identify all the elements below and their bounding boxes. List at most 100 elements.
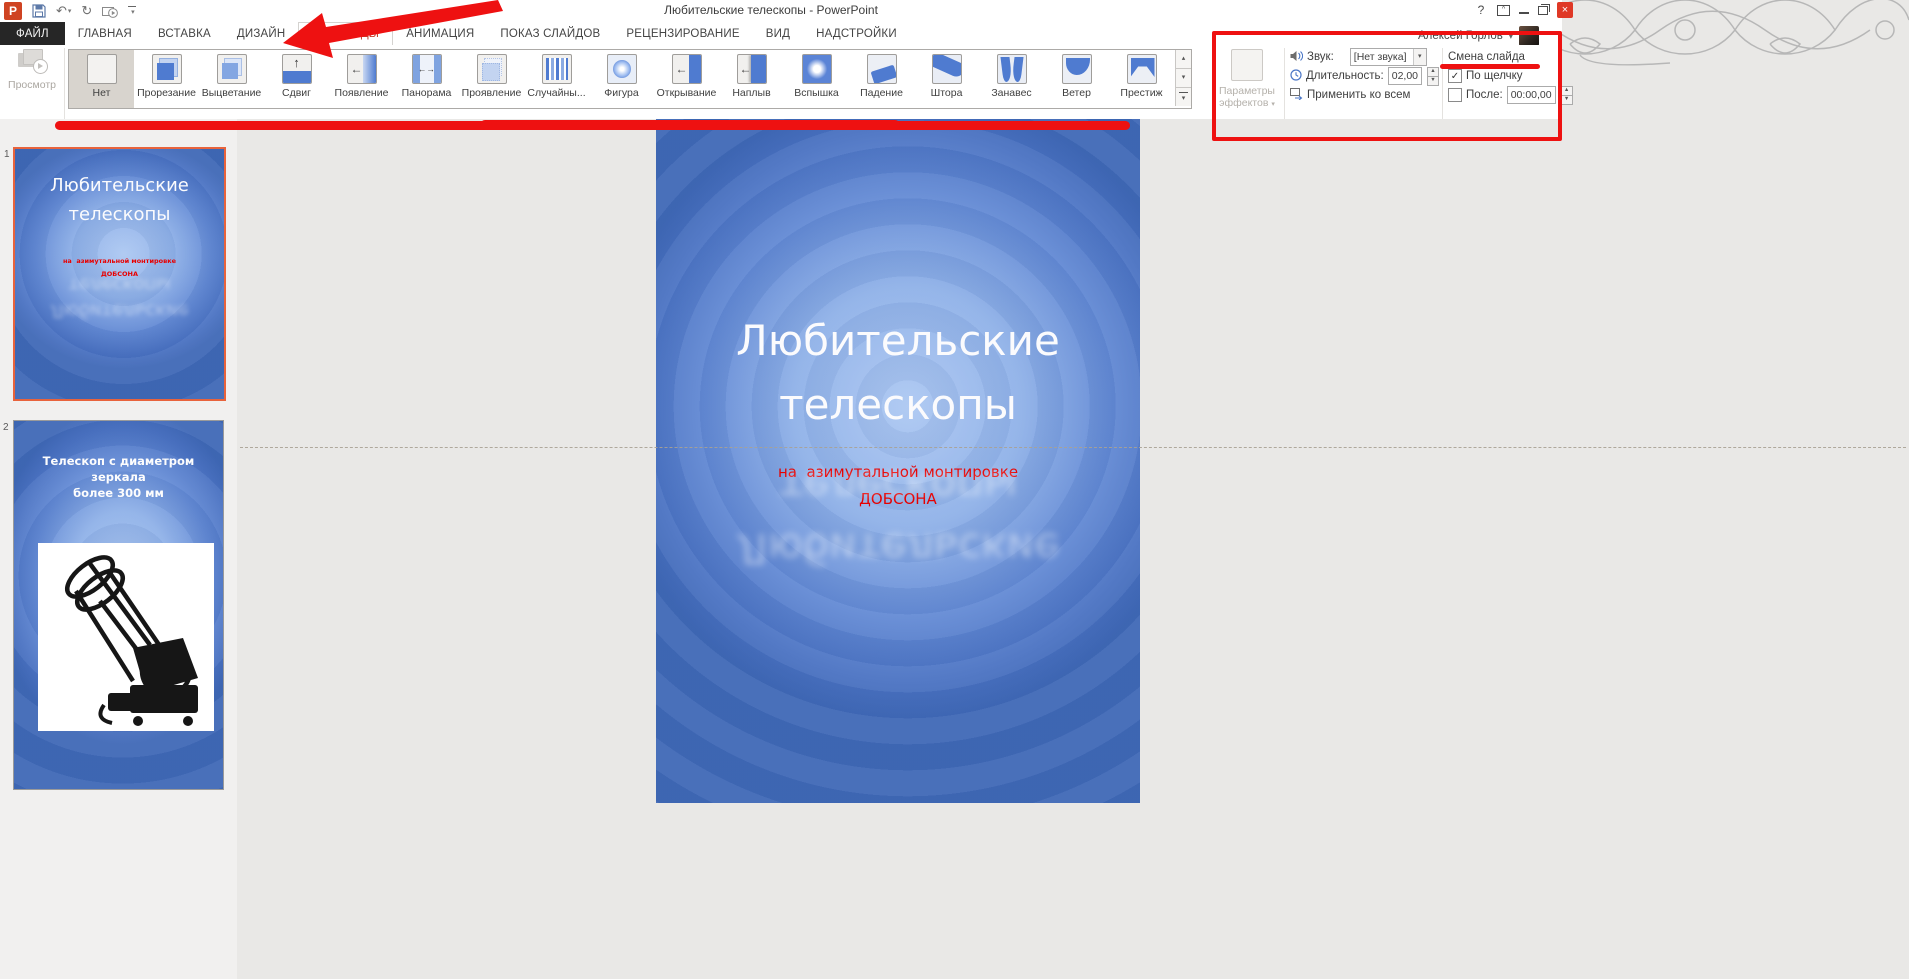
curtains-transition-icon [997,54,1027,84]
preview-icon [18,49,46,73]
after-value: 00:00,00 [1508,89,1555,101]
tab-переходы[interactable]: ПЕРЕХОДЫ [298,22,393,45]
telescope-image [38,543,214,731]
duration-spinner-buttons: ▲▼ [1427,67,1439,85]
window-chrome: P ↶▾ ↻ ▾ Любительские телескопы - PowerP… [0,0,1562,120]
transition-wind[interactable]: Ветер [1044,50,1109,108]
transition-shape[interactable]: Фигура [589,50,654,108]
slide-number-1: 1 [4,149,10,160]
slide-thumbnail-1[interactable]: Любительские телескопы на азимутальной м… [13,147,226,401]
powerpoint-logo-icon: P [4,2,22,20]
transition-wipe[interactable]: Появление [329,50,394,108]
on-click-checkbox[interactable]: ✓ [1448,69,1462,83]
after-label: После: [1466,89,1503,101]
apply-to-all-icon [1290,88,1303,103]
transition-cover[interactable]: Наплыв [719,50,784,108]
powerpoint-screen: P ↶▾ ↻ ▾ Любительские телескопы - PowerP… [0,0,1909,979]
transition-label: Штора [914,87,979,99]
gallery-scroll-up-button[interactable]: ▴ [1175,50,1191,69]
tab-strip: ФАЙЛГЛАВНАЯВСТАВКАДИЗАЙНПЕРЕХОДЫАНИМАЦИЯ… [0,22,1562,45]
flash-transition-icon [802,54,832,84]
account-name: Алексей Горлов [1418,30,1503,42]
sound-value: [Нет звука] [1351,51,1413,63]
transition-label: Занавес [979,87,1044,99]
transition-label: Падение [849,87,914,99]
none-transition-icon [87,54,117,84]
uncover-transition-icon [672,54,702,84]
combo-dropdown-icon[interactable]: ▾ [1413,49,1426,65]
push-transition-icon [282,54,312,84]
tab-рецензирование[interactable]: РЕЦЕНЗИРОВАНИЕ [613,22,752,45]
ribbon: Просмотр Просмотр НетПрорезаниеВыцветани… [0,45,1562,119]
transition-cut[interactable]: Прорезание [134,50,199,108]
spin-down-button[interactable]: ▼ [1427,76,1439,86]
redo-button[interactable]: ↻ [81,2,92,20]
duration-label: Длительность: [1306,70,1384,82]
after-checkbox[interactable] [1448,88,1462,102]
start-from-beginning-button[interactable] [102,2,118,20]
sound-label: Звук: [1307,51,1334,63]
effect-options-button[interactable]: Параметры эффектов ▾ [1212,49,1282,111]
horizontal-guide [240,447,1906,448]
tab-показ-слайдов[interactable]: ПОКАЗ СЛАЙДОВ [487,22,613,45]
thumb1-reflection: Любительские телескопы [15,271,224,323]
duration-icon [1290,69,1302,84]
tab-файл[interactable]: ФАЙЛ [0,22,65,45]
window-controls: ? ^ × [1474,2,1573,18]
transition-label: Панорама [394,87,459,99]
duration-spinbox[interactable]: 02,00 [1388,67,1422,85]
after-spinbox[interactable]: 00:00,00 [1507,86,1556,104]
transition-reveal[interactable]: Проявление [459,50,524,108]
restore-button[interactable] [1538,6,1548,15]
minimize-button[interactable] [1519,7,1529,14]
tab-главная[interactable]: ГЛАВНАЯ [65,22,145,45]
transition-fall[interactable]: Падение [849,50,914,108]
slide-thumbnail-2[interactable]: Телескоп с диаметром зеркала более 300 м… [13,420,224,790]
fall-transition-icon [867,54,897,84]
help-button[interactable]: ? [1474,3,1488,17]
after-spinner-buttons: ▲▼ [1561,86,1573,104]
transition-uncover[interactable]: Открывание [654,50,719,108]
reveal-transition-icon [477,54,507,84]
transition-push[interactable]: Сдвиг [264,50,329,108]
transition-flash[interactable]: Вспышка [784,50,849,108]
transition-fade[interactable]: Выцветание [199,50,264,108]
tab-вид[interactable]: ВИД [753,22,803,45]
gallery-expand-button[interactable]: ▾ [1175,88,1191,106]
account-menu[interactable]: Алексей Горлов ▾ [1418,26,1539,46]
apply-to-all-button[interactable]: Применить ко всем [1307,89,1410,101]
customize-qat-button[interactable]: ▾ [128,2,136,20]
transition-split[interactable]: Панорама [394,50,459,108]
transition-none[interactable]: Нет [69,50,134,108]
transition-drape[interactable]: Штора [914,50,979,108]
tab-анимация[interactable]: АНИМАЦИЯ [393,22,487,45]
quick-access-toolbar: P ↶▾ ↻ ▾ [4,2,136,20]
effect-options-label-1: Параметры [1219,85,1275,97]
avatar [1519,26,1539,46]
close-button[interactable]: × [1557,2,1573,18]
effect-options-label-2: эффектов [1219,97,1268,109]
chevron-down-icon: ▾ [1509,32,1513,41]
window-title: Любительские телескопы - PowerPoint [400,3,1142,17]
slide-canvas[interactable]: Любительские телескопы на азимутальной м… [656,119,1140,803]
spin-down-button[interactable]: ▼ [1561,95,1573,105]
transition-prestige[interactable]: Престиж [1109,50,1174,108]
ribbon-display-options-button[interactable]: ^ [1497,5,1510,16]
undo-button[interactable]: ↶▾ [56,2,71,20]
preview-button[interactable]: Просмотр [4,49,60,91]
shape-transition-icon [607,54,637,84]
cover-transition-icon [737,54,767,84]
fade-transition-icon [217,54,247,84]
transition-label: Вспышка [784,87,849,99]
tab-вставка[interactable]: ВСТАВКА [145,22,224,45]
transition-random-bars[interactable]: Случайны... [524,50,589,108]
title-bar: P ↶▾ ↻ ▾ Любительские телескопы - PowerP… [0,0,1562,22]
tab-надстройки[interactable]: НАДСТРОЙКИ [803,22,910,45]
gallery-scroll-down-button[interactable]: ▾ [1175,69,1191,88]
tab-дизайн[interactable]: ДИЗАЙН [224,22,298,45]
slide-editor-area: Любительские телескопы на азимутальной м… [237,119,1909,979]
transition-curtains[interactable]: Занавес [979,50,1044,108]
sound-combobox[interactable]: [Нет звука] ▾ [1350,48,1427,66]
save-button[interactable] [32,2,46,20]
transition-label: Ветер [1044,87,1109,99]
